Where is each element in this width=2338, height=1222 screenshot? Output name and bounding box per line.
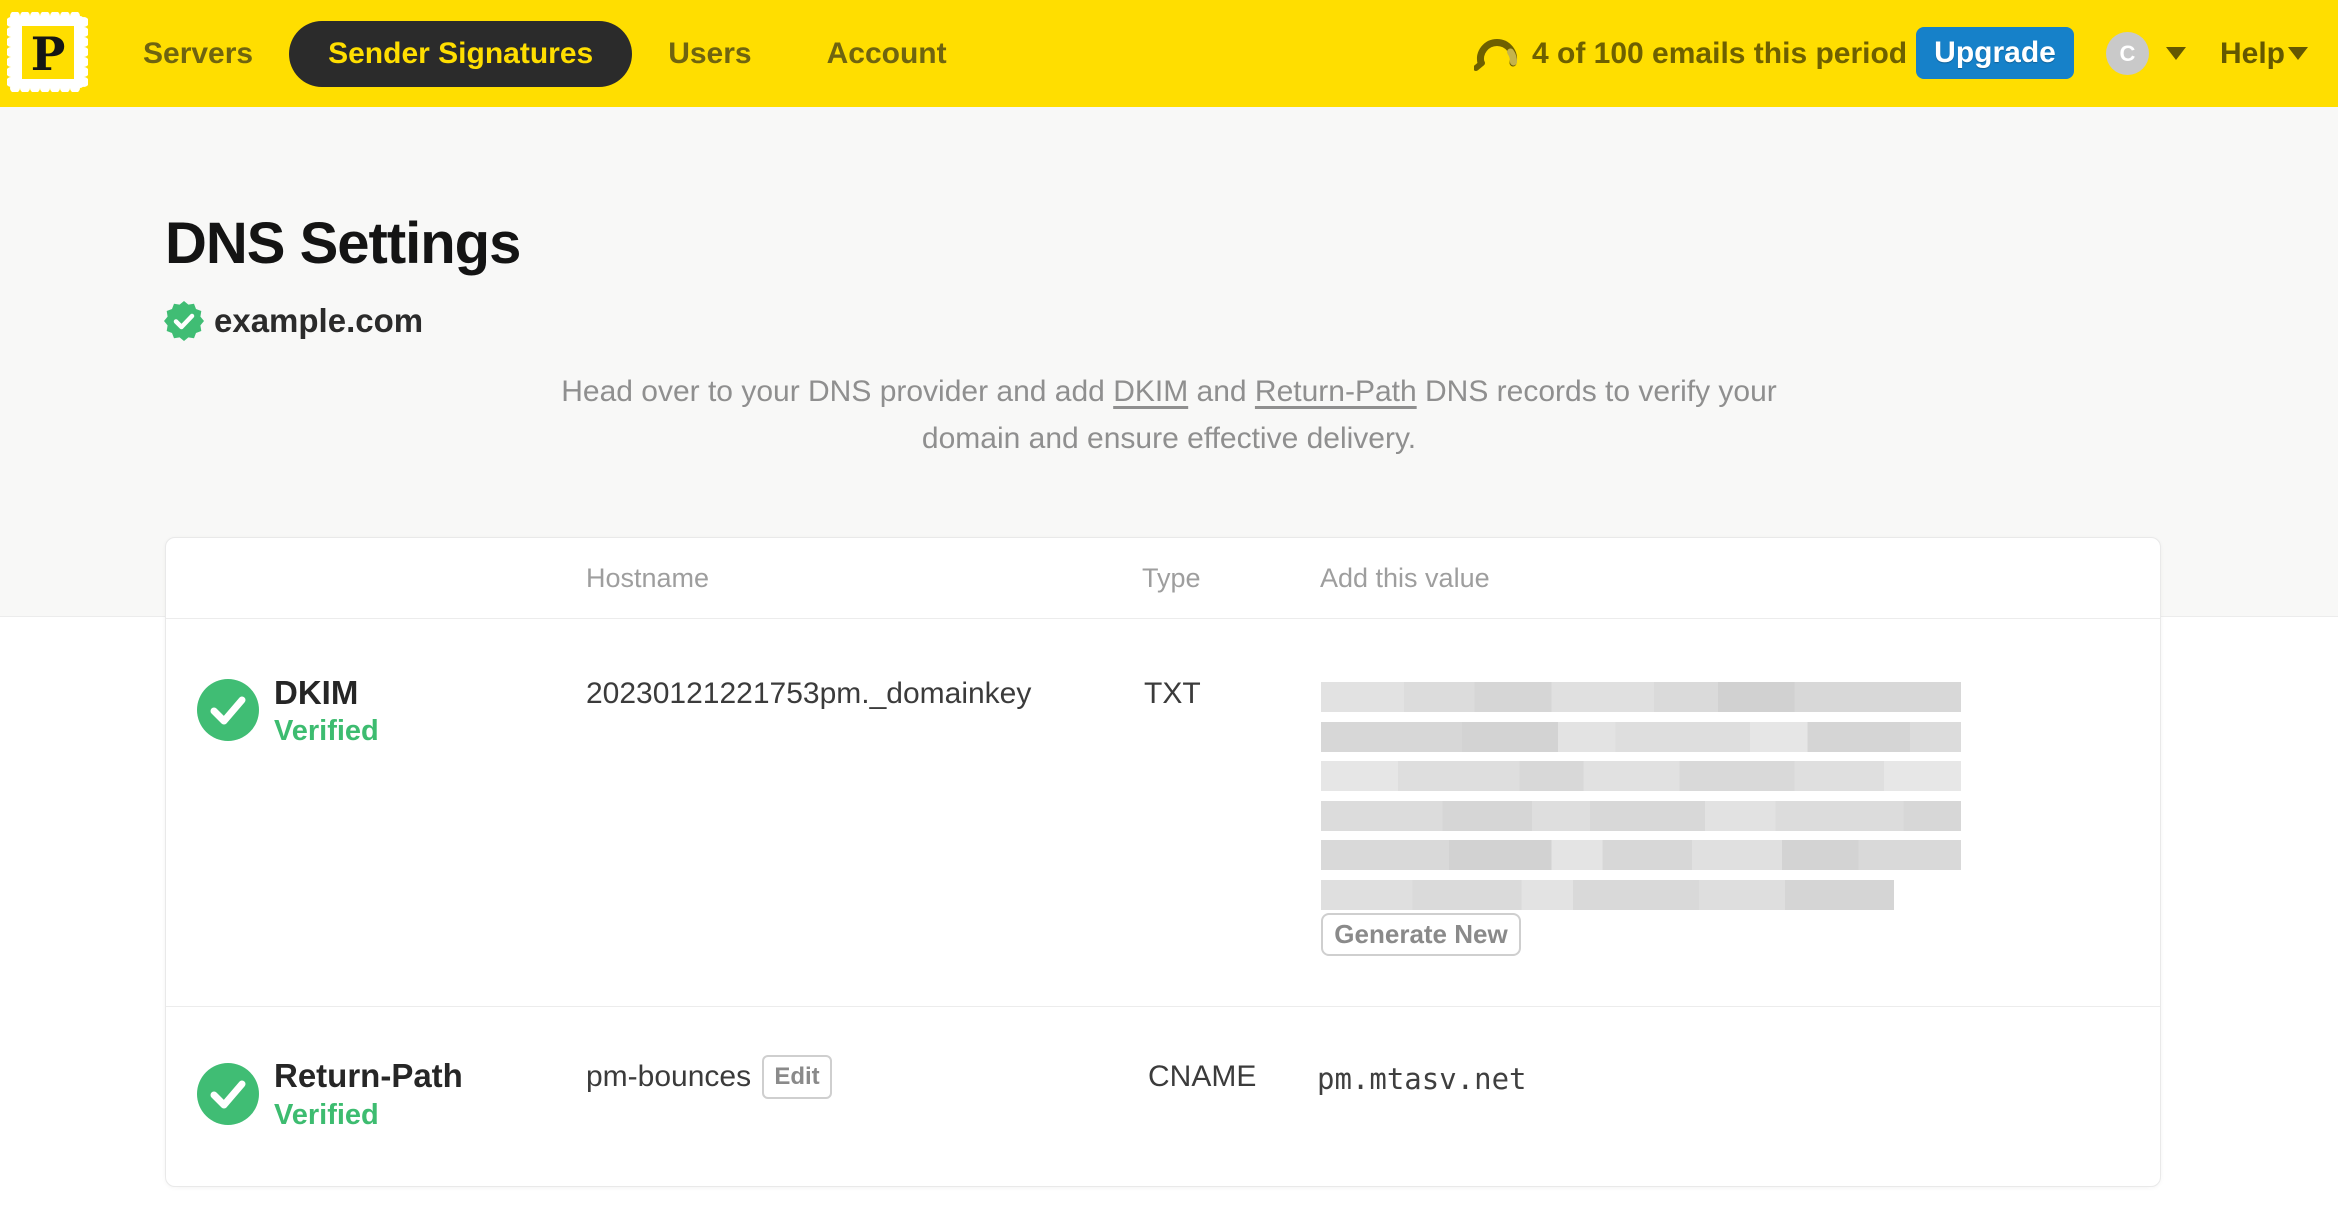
avatar-dropdown-caret-icon[interactable] [2166,47,2186,60]
dns-records-card: Hostname Type Add this value DKIM Verifi… [165,537,2161,1187]
redacted-value-line [1321,721,1961,752]
column-header-value: Add this value [1320,563,1490,593]
record-type: TXT [1144,677,1201,710]
help-dropdown-caret-icon[interactable] [2288,47,2308,60]
record-name: DKIM [274,674,359,711]
top-navbar: P Servers Sender Signatures Users Account 4… [0,0,2338,107]
status-badge: Verified [274,715,379,747]
desc-text: and [1188,375,1255,408]
verified-check-icon [197,1063,259,1125]
record-value: pm.mtasv.net [1317,1062,1527,1096]
generate-new-button[interactable]: Generate New [1321,913,1521,956]
redacted-value-line [1321,800,1961,831]
row-divider [166,1006,2160,1007]
record-hostname: 20230121221753pm._domainkey [586,677,1032,710]
redacted-value-line [1321,840,1961,870]
dkim-link[interactable]: DKIM [1113,375,1188,408]
usage-counter: 4 of 100 emails this period [1532,37,1908,70]
usage-gauge-icon [1474,38,1517,71]
upgrade-button[interactable]: Upgrade [1916,27,2074,79]
domain-row: example.com [164,301,423,341]
domain-name: example.com [214,302,424,339]
redacted-value-line [1321,682,1961,712]
record-name: Return-Path [274,1057,463,1094]
page-description: Head over to your DNS provider and add D… [534,368,1804,462]
navbar-right: 4 of 100 emails this period Upgrade C He… [0,0,2338,107]
verified-check-icon [197,679,259,741]
return-path-link[interactable]: Return-Path [1255,375,1417,408]
page-title: DNS Settings [165,211,521,276]
status-badge: Verified [274,1099,379,1131]
redacted-value-line [1321,761,1961,791]
redacted-value-line [1321,879,1894,910]
column-header-hostname: Hostname [586,563,710,593]
header-divider [166,618,2160,619]
help-menu[interactable]: Help [2220,0,2285,107]
record-hostname: pm-bounces [586,1060,752,1093]
record-type: CNAME [1148,1060,1257,1093]
column-header-type: Type [1142,563,1201,593]
verified-seal-icon [164,301,204,341]
redacted-dns-value [1321,682,1961,919]
avatar[interactable]: C [2106,32,2149,75]
desc-text: Head over to your DNS provider and add [561,375,1114,408]
edit-button[interactable]: Edit [762,1055,832,1099]
